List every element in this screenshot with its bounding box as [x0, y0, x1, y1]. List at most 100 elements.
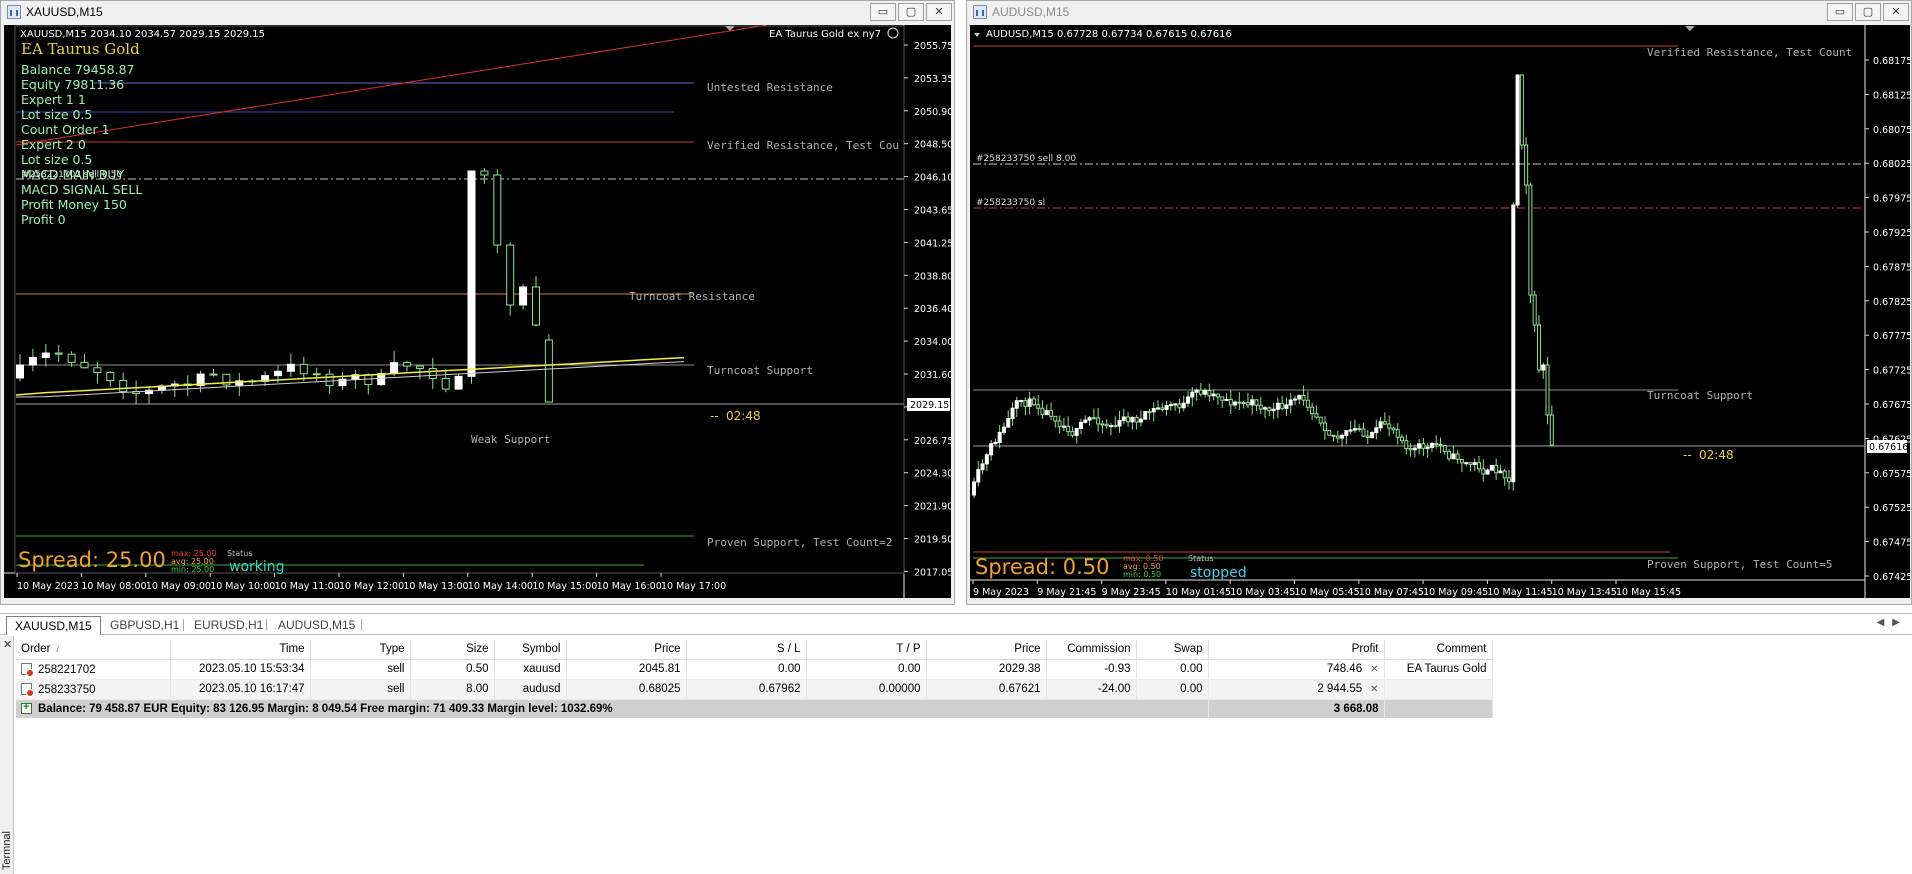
- status-label: Status: [227, 549, 253, 558]
- candle-body: [1061, 425, 1066, 428]
- candle-body: [415, 365, 424, 369]
- close-button[interactable]: ✕: [926, 3, 952, 21]
- column-header-order[interactable]: Order /: [16, 640, 171, 660]
- candle-body: [299, 363, 308, 375]
- order-comment: [1384, 679, 1493, 700]
- candle-body: [1314, 413, 1319, 418]
- time-tick-label: 9 May 23:45: [1102, 587, 1161, 598]
- bar-timer-dash: --: [1683, 448, 1692, 462]
- price-chart-xauusd[interactable]: XAUUSD,M15 2034.10 2034.57 2029.15 2029.…: [4, 25, 951, 598]
- minimize-button[interactable]: ▭: [1827, 3, 1853, 21]
- candle-body: [1459, 458, 1464, 464]
- column-header-type[interactable]: Type: [310, 640, 411, 660]
- candle-body: [312, 373, 321, 376]
- take-profit[interactable]: 0.00: [806, 659, 927, 680]
- candle-body: [1091, 417, 1096, 420]
- column-header-current-price[interactable]: Price: [926, 640, 1047, 660]
- terminal-panel: ✕ Termnal Order / Time Type Size Symbol P…: [0, 636, 1912, 874]
- time-tick-label: 10 May 08:00: [81, 581, 146, 592]
- maximize-button[interactable]: ▢: [898, 3, 924, 21]
- tab-xauusd-m15[interactable]: XAUUSD,M15: [6, 616, 101, 635]
- column-header-swap[interactable]: Swap: [1136, 640, 1209, 660]
- candle-body: [1429, 442, 1434, 448]
- price-tick-label: 0.67675: [1873, 400, 1910, 411]
- sort-icon: /: [56, 644, 59, 655]
- time-tick-label: 10 May 15:45: [1616, 587, 1681, 598]
- price-tick-label: 0.67975: [1873, 194, 1910, 205]
- column-header-profit[interactable]: Profit: [1208, 640, 1385, 660]
- candle-body: [1254, 399, 1259, 406]
- price-tick-label: 0.67475: [1873, 538, 1910, 549]
- candle-body: [1070, 431, 1075, 436]
- minimize-button[interactable]: ▭: [870, 3, 896, 21]
- column-header-size[interactable]: Size: [410, 640, 495, 660]
- tab-separator: [266, 619, 267, 631]
- tab-gbpusd-h1[interactable]: GBPUSD,H1: [102, 616, 187, 635]
- price-tick-label: 2036.40: [914, 304, 951, 315]
- stop-loss[interactable]: 0.00: [686, 659, 807, 680]
- price-tick-label: 2017.05: [914, 567, 951, 578]
- account-summary-text: Balance: 79 458.87 EUR Equity: 83 126.95…: [38, 702, 613, 715]
- window-titlebar[interactable]: AUDUSD,M15 ▭ ▢ ✕: [967, 1, 1911, 23]
- terminal-label: Termnal: [1, 830, 13, 870]
- column-header-comment[interactable]: Comment: [1384, 640, 1493, 660]
- candle-body: [1074, 427, 1079, 436]
- chart-header: XAUUSD,M15 2034.10 2034.57 2029.15 2029.…: [20, 29, 265, 40]
- candle-body: [1147, 411, 1152, 414]
- commission: -0.93: [1046, 659, 1137, 680]
- panel-line: Lot size 0.5: [21, 107, 92, 122]
- candle-body: [1395, 429, 1400, 438]
- candle-body: [428, 367, 437, 379]
- candle-body: [1297, 394, 1302, 400]
- panel-line: Profit 0: [21, 212, 66, 227]
- candle-body: [1477, 462, 1482, 470]
- order-time: 2023.05.10 15:53:34: [170, 659, 311, 680]
- zone-label: Turncoat Support: [707, 364, 813, 377]
- price-tick-label: 0.67925: [1873, 228, 1910, 239]
- candle-body: [984, 454, 989, 465]
- take-profit[interactable]: 0.00000: [806, 679, 927, 700]
- chart-window-icon: [7, 5, 21, 19]
- sell-order-icon: [21, 682, 34, 697]
- close-icon[interactable]: ✕: [3, 638, 12, 651]
- time-tick-label: 10 May 11:00: [275, 581, 340, 592]
- tab-eurusd-h1[interactable]: EURUSD,H1: [186, 616, 271, 635]
- candle-body: [1203, 390, 1208, 395]
- stop-loss[interactable]: 0.67962: [686, 679, 807, 700]
- window-titlebar[interactable]: XAUUSD,M15 ▭ ▢ ✕: [1, 1, 954, 23]
- column-header-tp[interactable]: T / P: [806, 640, 927, 660]
- profit: 748.46: [1326, 663, 1363, 675]
- tab-audusd-m15[interactable]: AUDUSD,M15: [270, 616, 363, 635]
- column-header-symbol[interactable]: Symbol: [494, 640, 567, 660]
- candle-body: [209, 373, 218, 376]
- candle-body: [1057, 420, 1062, 428]
- table-row[interactable]: 258221702 2023.05.10 15:53:34 sell 0.50 …: [16, 659, 1493, 680]
- maximize-button[interactable]: ▢: [1855, 3, 1881, 21]
- spread-value: Spread: 25.00: [18, 548, 166, 572]
- chart-window-audusd[interactable]: AUDUSD,M15 ▭ ▢ ✕ AUDUSD,M15 0.67728 0.67…: [966, 0, 1912, 605]
- candle-body: [1382, 421, 1387, 425]
- candle-body: [1181, 402, 1186, 409]
- price-tick-label: 2031.60: [914, 370, 951, 381]
- price-chart-audusd[interactable]: AUDUSD,M15 0.67728 0.67734 0.67615 0.676…: [970, 25, 1910, 598]
- chart-canvas[interactable]: AUDUSD,M15 0.67728 0.67734 0.67615 0.676…: [970, 25, 1910, 598]
- column-header-price[interactable]: Price: [566, 640, 687, 660]
- close-button[interactable]: ✕: [1883, 3, 1909, 21]
- candle-body: [1044, 410, 1049, 416]
- candle-body: [1190, 391, 1195, 398]
- candle-body: [119, 380, 128, 393]
- close-order-icon[interactable]: ✕: [1370, 684, 1378, 695]
- candle-body: [1241, 401, 1246, 404]
- tab-scroll-arrows-icon[interactable]: ◀▶: [1877, 617, 1908, 628]
- account-summary-icon: [21, 701, 32, 714]
- candle-body: [1519, 74, 1524, 146]
- column-header-commission[interactable]: Commission: [1046, 640, 1137, 660]
- candle-body: [1536, 324, 1541, 371]
- chart-canvas[interactable]: XAUUSD,M15 2034.10 2034.57 2029.15 2029.…: [4, 25, 951, 598]
- table-row[interactable]: 258233750 2023.05.10 16:17:47 sell 8.00 …: [16, 679, 1493, 700]
- close-order-icon[interactable]: ✕: [1370, 664, 1378, 675]
- time-tick-label: 10 May 16:00: [597, 581, 662, 592]
- column-header-sl[interactable]: S / L: [686, 640, 807, 660]
- column-header-time[interactable]: Time: [170, 640, 311, 660]
- chart-window-xauusd[interactable]: XAUUSD,M15 ▭ ▢ ✕ XAUUSD,M15 2034.10 2034…: [0, 0, 955, 605]
